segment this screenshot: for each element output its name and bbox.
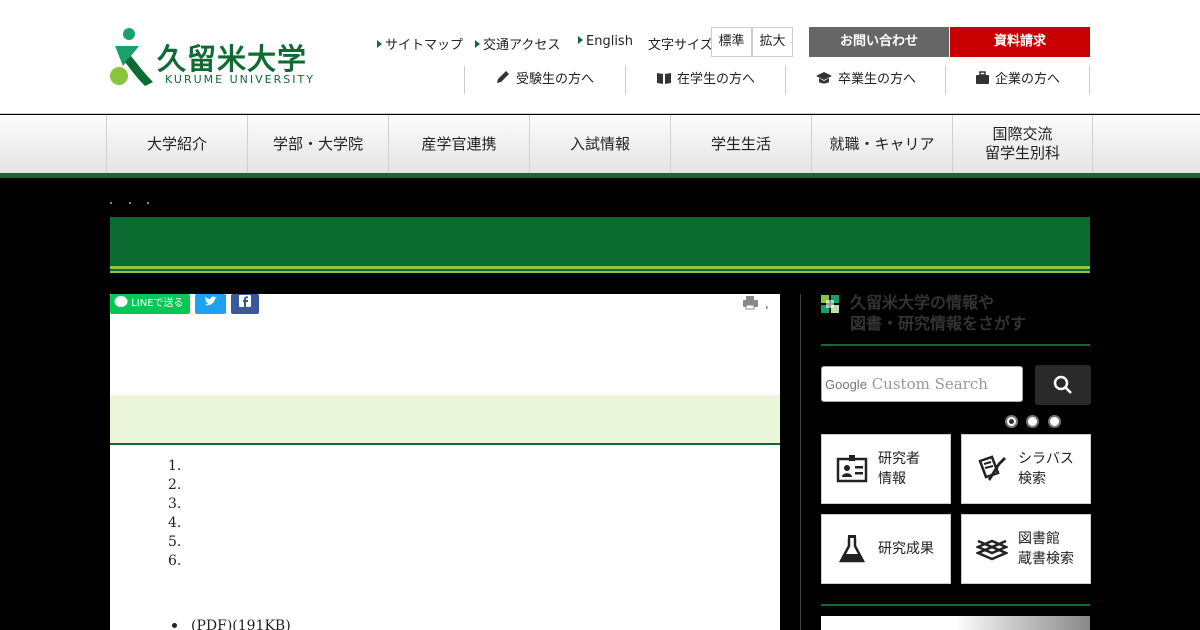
gnav-item-student-life[interactable]: 学生生活 xyxy=(670,115,811,173)
facebook-share-button[interactable] xyxy=(231,294,259,314)
briefcase-icon xyxy=(975,71,989,84)
title-accent-line xyxy=(110,271,1090,273)
util-link-sitemap[interactable]: サイトマップ xyxy=(377,34,463,53)
list-item: 2. xyxy=(168,477,182,493)
logo-name: 久留米大学 xyxy=(157,42,308,76)
util-link-english[interactable]: English xyxy=(578,34,633,49)
gnav-item-international[interactable]: 国際交流 留学生別科 xyxy=(952,115,1093,173)
request-materials-button[interactable]: 資料請求 xyxy=(950,27,1090,57)
line-share-button[interactable]: LINEで送る xyxy=(110,294,190,314)
list-item: 5. xyxy=(168,534,182,550)
nav-underline-bar xyxy=(0,173,1200,178)
bullet-icon xyxy=(172,623,177,628)
list-item: 6. xyxy=(168,553,182,569)
audience-link-students[interactable]: 在学生の方へ xyxy=(625,66,785,94)
breadcrumb-dot xyxy=(129,202,131,204)
researcher-id-icon xyxy=(836,455,868,483)
util-link-access[interactable]: 交通アクセス xyxy=(475,34,560,53)
logo-subtitle: KURUME UNIVERSITY xyxy=(165,73,315,86)
book-icon xyxy=(656,73,671,84)
main-content: LINEで送る 1. 2. 3. 4. 5. 6. (PDF)(191KB) xyxy=(110,294,780,630)
section-heading-band xyxy=(110,395,780,445)
triangle-right-icon xyxy=(377,40,382,48)
audience-link-applicants[interactable]: 受験生の方へ xyxy=(464,66,624,94)
flask-icon xyxy=(838,535,866,563)
search-icon xyxy=(1053,375,1072,394)
contact-button[interactable]: お問い合わせ xyxy=(809,27,949,57)
sidebar-rule xyxy=(821,344,1090,346)
gnav-item-career[interactable]: 就職・キャリア xyxy=(811,115,952,173)
breadcrumb-dot xyxy=(110,202,112,204)
audience-link-alumni[interactable]: 卒業生の方へ xyxy=(785,66,945,94)
list-item: 1. xyxy=(168,458,182,474)
gnav-item-faculties[interactable]: 学部・大学院 xyxy=(247,115,388,173)
pencil-icon xyxy=(496,71,509,83)
list-item: 3. xyxy=(168,496,182,512)
sidebar-banner[interactable] xyxy=(821,616,1090,630)
search-mode-radio-3[interactable] xyxy=(1048,415,1061,428)
breadcrumb-dot xyxy=(147,202,149,204)
gnav-item-about[interactable]: 大学紹介 xyxy=(106,115,247,173)
tile-syllabus-search[interactable]: シラバス 検索 xyxy=(961,434,1091,504)
page-title-band xyxy=(110,217,1090,266)
facebook-icon xyxy=(239,295,251,307)
tile-researcher-info[interactable]: 研究者 情報 xyxy=(821,434,951,504)
ordered-list: 1. 2. 3. 4. 5. 6. xyxy=(168,457,181,571)
list-item: 4. xyxy=(168,515,182,531)
font-size-label: 文字サイズ xyxy=(648,38,713,53)
logo-mark-icon xyxy=(110,28,153,86)
search-mode-radio-2[interactable] xyxy=(1026,415,1039,428)
tile-research-results[interactable]: 研究成果 xyxy=(821,514,951,584)
line-icon xyxy=(114,296,128,307)
triangle-right-icon xyxy=(578,36,583,44)
search-button[interactable] xyxy=(1035,365,1091,405)
graduation-cap-icon xyxy=(815,72,832,84)
font-size-large-button[interactable]: 拡大 xyxy=(752,27,793,57)
university-logo[interactable]: 久留米大学 KURUME UNIVERSITY xyxy=(109,26,324,88)
syllabus-pen-icon xyxy=(978,455,1006,481)
print-icon[interactable] xyxy=(743,296,769,310)
sidebar-divider xyxy=(800,294,801,630)
tile-library-search[interactable]: 図書館 蔵書検索 xyxy=(961,514,1091,584)
site-header: 久留米大学 KURUME UNIVERSITY サイトマップ 交通アクセス En… xyxy=(0,0,1200,114)
search-section-icon xyxy=(821,295,839,313)
sidebar-title: 久留米大学の情報や 図書・研究情報をさがす xyxy=(850,293,1027,333)
audience-link-companies[interactable]: 企業の方へ xyxy=(945,66,1090,94)
font-size-standard-button[interactable]: 標準 xyxy=(711,27,752,57)
gnav-item-admissions[interactable]: 入試情報 xyxy=(529,115,670,173)
triangle-right-icon xyxy=(475,40,480,48)
twitter-share-button[interactable] xyxy=(195,294,226,314)
search-mode-radio-1[interactable] xyxy=(1005,415,1018,428)
pdf-link[interactable]: (PDF)(191KB) xyxy=(172,618,291,630)
gnav-item-industry[interactable]: 産学官連携 xyxy=(388,115,529,173)
search-input[interactable]: Google Custom Search xyxy=(821,366,1023,402)
books-stack-icon xyxy=(976,539,1008,561)
twitter-icon xyxy=(204,296,217,306)
sidebar-rule xyxy=(821,604,1090,606)
global-nav: 大学紹介 学部・大学院 産学官連携 入試情報 学生生活 就職・キャリア 国際交流… xyxy=(0,115,1200,173)
